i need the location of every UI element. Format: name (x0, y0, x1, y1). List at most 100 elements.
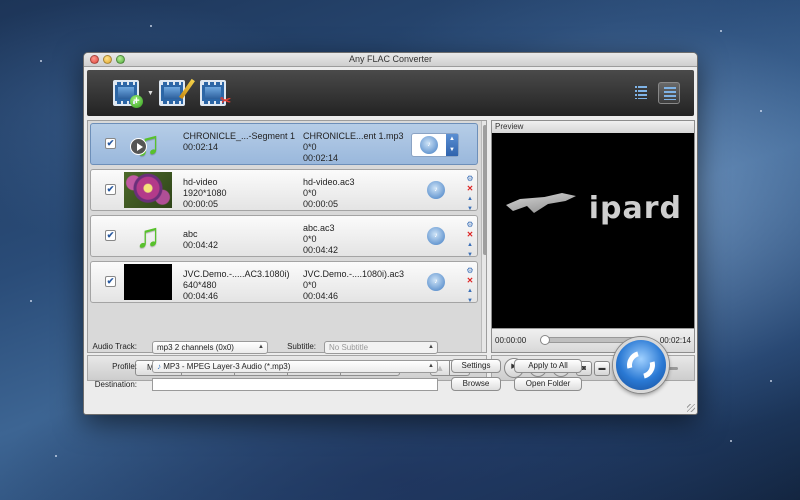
output-name: CHRONICLE...ent 1.mp3 (303, 131, 404, 141)
current-time: 00:00:00 (495, 336, 527, 345)
camera-icon: ◙ (581, 365, 587, 372)
file-checkbox[interactable]: ✔ (105, 230, 116, 241)
clip-button[interactable]: ✂ (200, 78, 231, 108)
preview-label: Preview (492, 121, 694, 133)
output-resolution: 0*0 (303, 142, 317, 152)
minimize-window-button[interactable] (103, 55, 112, 64)
file-row[interactable]: ✔ ♫ abc 00:04:42 abc.ac3 0*0 00:04:42 ♪ … (90, 215, 478, 260)
source-resolution: 640*480 (183, 280, 217, 290)
file-list-scrollbar[interactable] (481, 121, 486, 352)
open-snapshot-folder-button[interactable]: ▬ (594, 361, 610, 376)
magic-wand-edit-icon (159, 78, 195, 106)
apply-to-all-button[interactable]: Apply to All (514, 359, 582, 373)
title-bar: Any FLAC Converter (84, 53, 697, 67)
video-thumbnail (124, 172, 172, 208)
remove-icon[interactable]: ✕ (465, 184, 475, 194)
music-note-play-icon: ♫ (124, 126, 172, 162)
audio-format-icon[interactable]: ♪ (427, 227, 445, 245)
audio-track-label: Audio Track: (92, 342, 137, 351)
edit-button[interactable] (159, 78, 195, 108)
video-thumbnail (124, 264, 172, 300)
output-resolution: 0*0 (303, 188, 317, 198)
output-name: hd-video.ac3 (303, 177, 355, 187)
seek-knob[interactable] (539, 335, 550, 345)
logo-text: ipard (588, 191, 682, 226)
source-duration: 00:02:14 (183, 142, 219, 152)
file-checkbox[interactable]: ✔ (105, 184, 116, 195)
file-row[interactable]: ✔ JVC.Demo.-.....AC3.1080i) 640*480 00:0… (90, 261, 478, 306)
remove-icon[interactable]: ✕ (465, 230, 475, 240)
audio-format-icon[interactable]: ♪ (427, 273, 445, 291)
file-checkbox[interactable]: ✔ (105, 138, 116, 149)
output-name: JVC.Demo.-....1080i).ac3 (303, 269, 405, 279)
output-format-select[interactable]: ♪ ▲ ▼ (411, 133, 459, 157)
scroll-thumb[interactable] (483, 125, 486, 255)
select-arrows-icon: ▲ (428, 363, 434, 369)
detail-view-icon (664, 87, 676, 100)
reorder-arrows-icon[interactable]: ▲ ▼ (465, 240, 475, 260)
music-note-icon: ♫ (135, 217, 161, 255)
output-duration: 00:04:42 (303, 245, 339, 255)
resize-grip[interactable] (687, 404, 695, 412)
total-time: 00:02:14 (659, 336, 691, 345)
settings-button[interactable]: Settings (451, 359, 501, 373)
audio-track-value: mp3 2 channels (0x0) (157, 343, 234, 352)
list-view-icon (635, 86, 647, 99)
tipard-logo: ipard (500, 189, 686, 229)
source-resolution: 1920*1080 (183, 188, 227, 198)
add-file-dropdown-icon[interactable]: ▼ (147, 90, 154, 97)
audio-format-icon[interactable]: ♪ (427, 181, 445, 199)
list-view-button[interactable] (630, 82, 652, 104)
source-duration: 00:04:46 (183, 291, 219, 301)
file-row[interactable]: ✔ ♫ CHRONICLE_...-Segment 1 00:02:14 CHR… (90, 123, 478, 165)
refresh-convert-icon (621, 345, 661, 385)
close-window-button[interactable] (90, 55, 99, 64)
output-duration: 00:00:05 (303, 199, 339, 209)
source-name: abc (183, 229, 198, 239)
source-duration: 00:00:05 (183, 199, 219, 209)
format-stepper-icon[interactable]: ▲ ▼ (446, 134, 458, 156)
audio-track-select[interactable]: mp3 2 channels (0x0) ▲ (152, 341, 268, 354)
subtitle-value: No Subtitle (329, 343, 369, 352)
gear-icon[interactable]: ⚙ (465, 220, 475, 230)
convert-button[interactable] (613, 337, 669, 393)
output-duration: 00:04:46 (303, 291, 339, 301)
browse-button[interactable]: Browse (451, 377, 501, 391)
output-duration: 00:02:14 (303, 153, 339, 163)
file-list: ✔ ♫ CHRONICLE_...-Segment 1 00:02:14 CHR… (87, 120, 487, 353)
zoom-window-button[interactable] (116, 55, 125, 64)
add-file-button[interactable]: + ▼ (113, 78, 154, 108)
scissors-clip-icon: ✂ (200, 80, 231, 108)
detail-view-button[interactable] (658, 82, 680, 104)
profile-value: MP3 - MPEG Layer-3 Audio (*.mp3) (163, 362, 291, 371)
app-window: Any FLAC Converter + ▼ ✂ ✔ ♫ CHRONICLE_.… (83, 52, 698, 415)
open-folder-button[interactable]: Open Folder (514, 377, 582, 391)
subtitle-label: Subtitle: (287, 342, 316, 351)
source-name: JVC.Demo.-.....AC3.1080i) (183, 269, 290, 279)
subtitle-select[interactable]: No Subtitle ▲ (324, 341, 438, 354)
destination-input[interactable] (152, 378, 438, 391)
gear-icon[interactable]: ⚙ (465, 266, 475, 276)
select-arrows-icon: ▲ (428, 344, 434, 350)
preview-panel: Preview ipard 00:00:00 00:02:14 (491, 120, 695, 353)
add-video-icon: + (113, 80, 143, 108)
gear-icon[interactable]: ⚙ (465, 174, 475, 184)
remove-icon[interactable]: ✕ (465, 276, 475, 286)
source-duration: 00:04:42 (183, 240, 219, 250)
output-resolution: 0*0 (303, 234, 317, 244)
folder-icon: ▬ (598, 365, 606, 372)
panther-logo-icon (506, 193, 576, 213)
reorder-arrows-icon[interactable]: ▲ ▼ (465, 286, 475, 306)
output-resolution: 0*0 (303, 280, 317, 290)
reorder-arrows-icon[interactable]: ▲ ▼ (465, 194, 475, 214)
file-checkbox[interactable]: ✔ (105, 276, 116, 287)
main-toolbar: + ▼ ✂ (87, 70, 694, 116)
destination-label: Destination: (94, 380, 137, 389)
window-title: Any FLAC Converter (348, 54, 433, 64)
source-name: CHRONICLE_...-Segment 1 (183, 131, 296, 141)
file-row[interactable]: ✔ hd-video 1920*1080 00:00:05 hd-video.a… (90, 169, 478, 214)
audio-format-icon: ♪ (420, 136, 438, 154)
profile-select[interactable]: ♪ MP3 - MPEG Layer-3 Audio (*.mp3) ▲ (152, 360, 438, 373)
source-name: hd-video (183, 177, 218, 187)
profile-label: Profile: (112, 362, 137, 371)
